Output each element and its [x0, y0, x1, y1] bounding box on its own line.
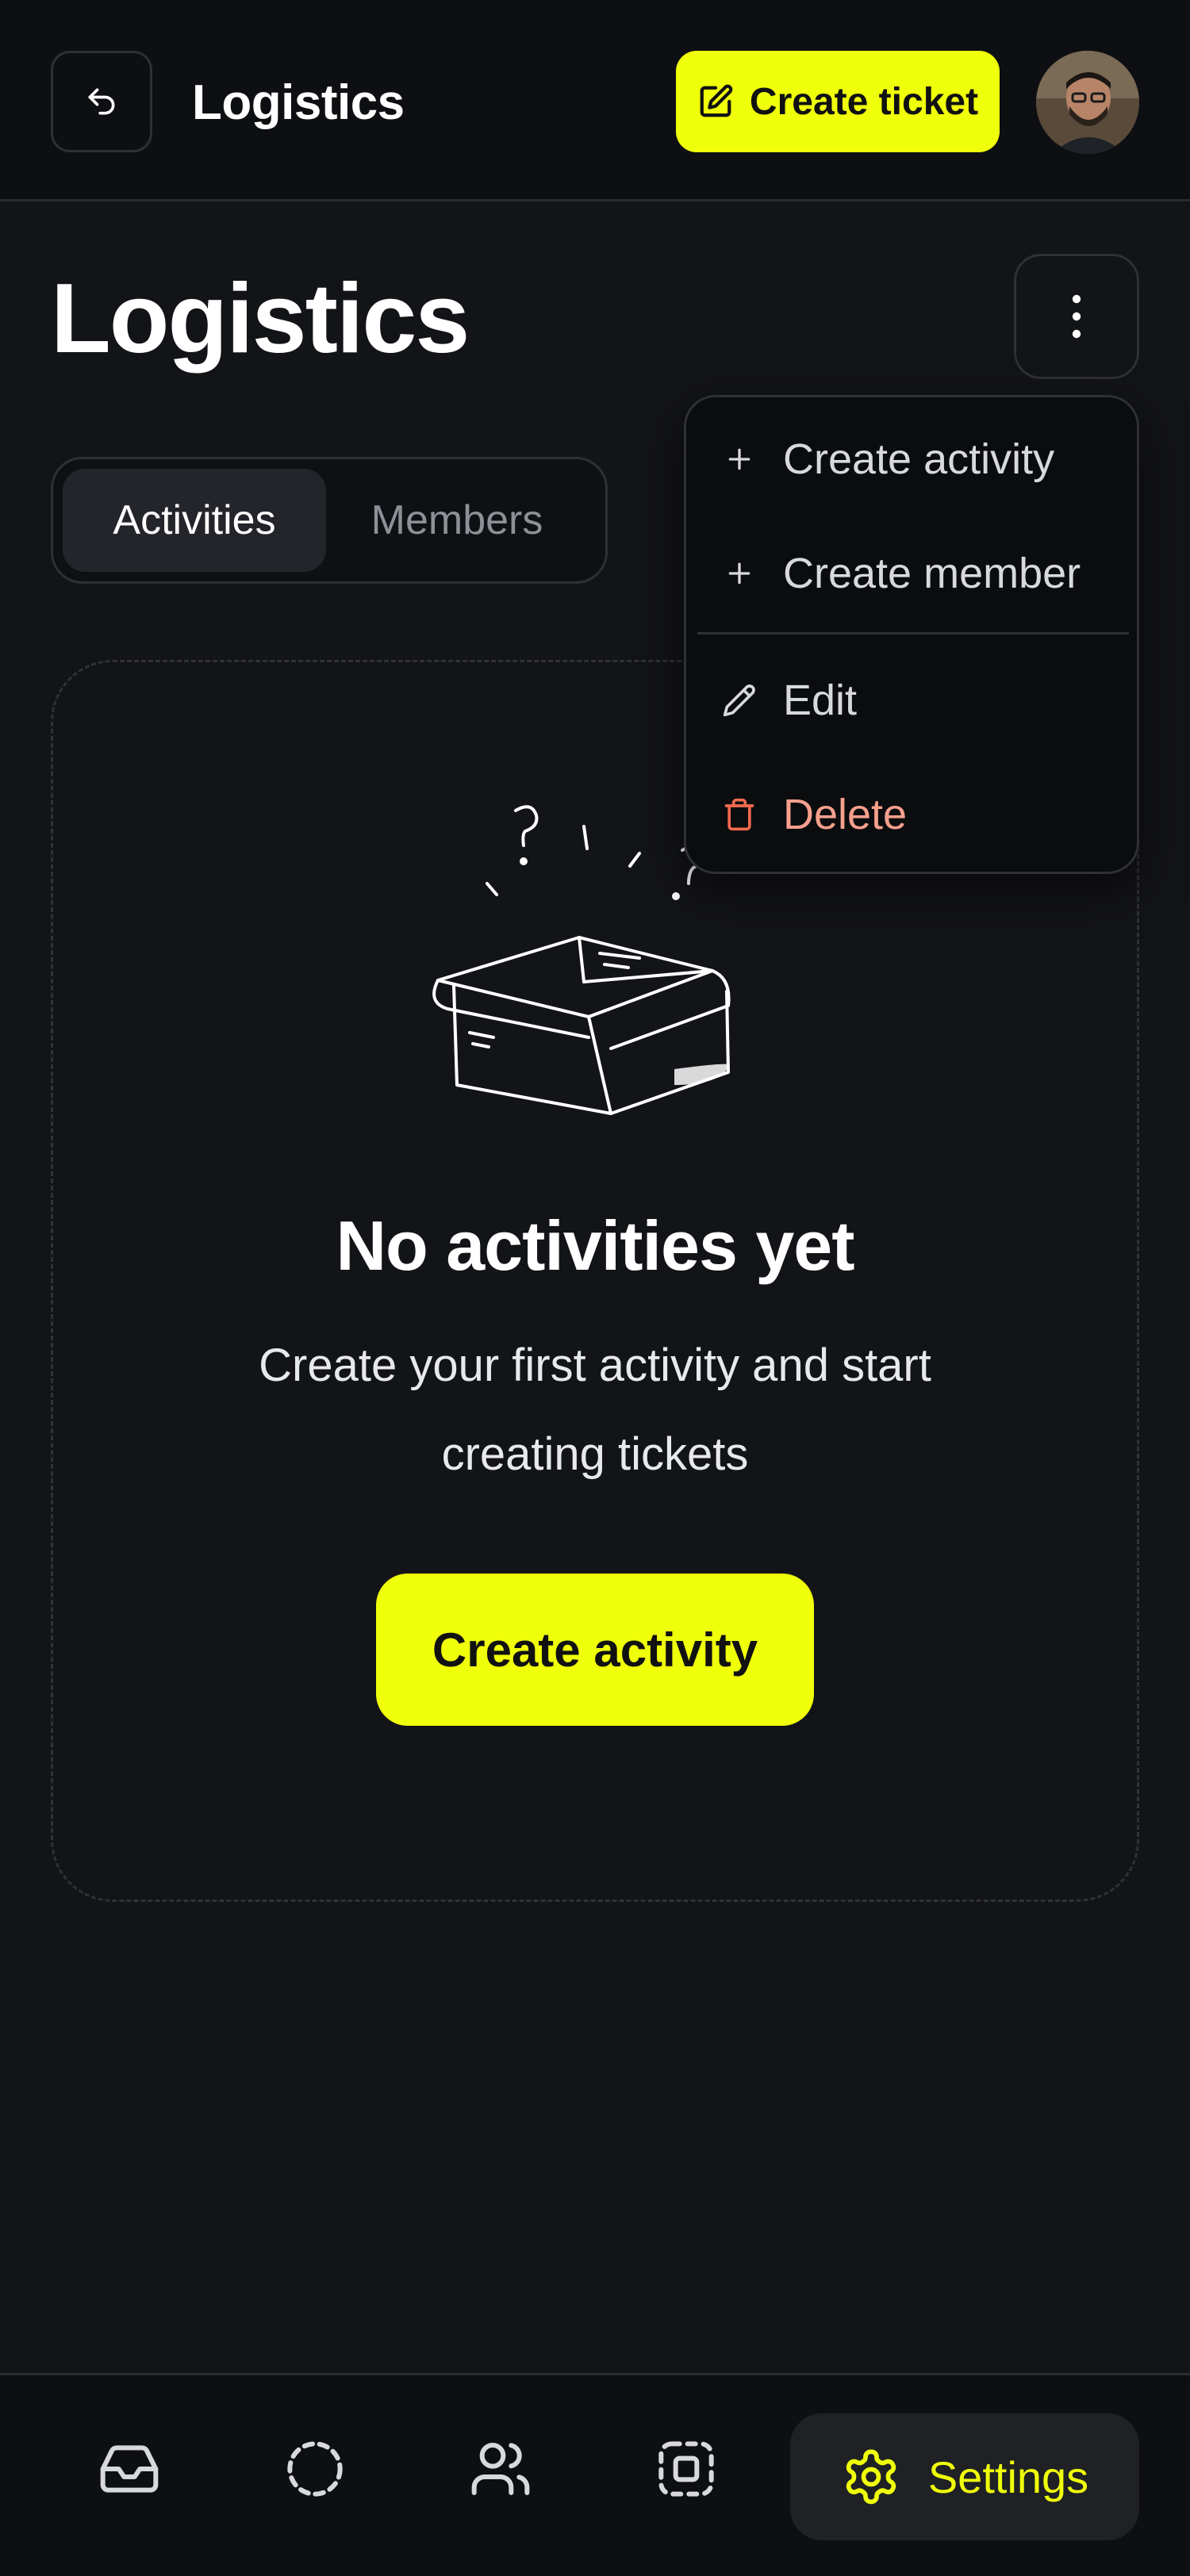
trash-icon — [720, 795, 759, 834]
menu-item-edit[interactable]: Edit — [686, 653, 1137, 748]
back-button[interactable] — [51, 51, 152, 152]
more-vertical-icon — [1072, 294, 1081, 339]
nav-users[interactable] — [449, 2413, 552, 2524]
nav-dashed-circle[interactable] — [263, 2413, 367, 2524]
dashed-square-icon — [658, 2441, 714, 2497]
tab-bar: Activities Members — [51, 457, 608, 584]
plus-icon — [720, 439, 759, 479]
users-icon — [471, 2443, 530, 2495]
app-root: Logistics Create ticket Logistics Activi… — [0, 0, 1190, 2576]
avatar[interactable] — [1036, 51, 1139, 154]
undo-arrow-icon — [88, 88, 115, 115]
menu-item-create-activity[interactable]: Create activity — [686, 412, 1137, 507]
dashed-circle-icon — [287, 2441, 343, 2497]
more-options-button[interactable] — [1014, 254, 1139, 379]
menu-item-label: Edit — [783, 677, 858, 724]
bottom-nav: Settings — [0, 2373, 1190, 2576]
nav-settings-label: Settings — [927, 2451, 1089, 2502]
inbox-icon — [100, 2445, 159, 2493]
nav-dashed-square[interactable] — [635, 2413, 738, 2524]
empty-state-title: No activities yet — [336, 1206, 854, 1285]
tab-members[interactable]: Members — [326, 469, 588, 572]
create-activity-button[interactable]: Create activity — [376, 1574, 814, 1726]
menu-item-label: Create activity — [783, 435, 1055, 483]
gear-icon — [846, 2449, 896, 2505]
edit-square-icon — [700, 84, 733, 117]
create-ticket-button[interactable]: Create ticket — [676, 51, 1000, 152]
page-title: Logistics — [51, 264, 470, 374]
tab-activities[interactable]: Activities — [63, 469, 326, 572]
pencil-icon — [720, 680, 759, 720]
options-menu: Create activity Create member Edit Delet… — [684, 395, 1139, 874]
empty-state-description: Create your first activity and start cre… — [259, 1340, 931, 1480]
menu-item-create-member[interactable]: Create member — [686, 526, 1137, 621]
nav-settings[interactable]: Settings — [790, 2413, 1139, 2540]
menu-item-label: Delete — [783, 791, 908, 838]
nav-inbox[interactable] — [78, 2413, 181, 2524]
create-ticket-label: Create ticket — [749, 80, 979, 123]
plus-icon — [720, 554, 759, 593]
header-title: Logistics — [192, 75, 405, 130]
top-bar: Logistics Create ticket — [0, 0, 1190, 201]
menu-item-delete[interactable]: Delete — [686, 767, 1137, 862]
user-avatar — [1036, 51, 1139, 154]
menu-divider — [697, 632, 1129, 634]
menu-item-label: Create member — [783, 550, 1081, 597]
